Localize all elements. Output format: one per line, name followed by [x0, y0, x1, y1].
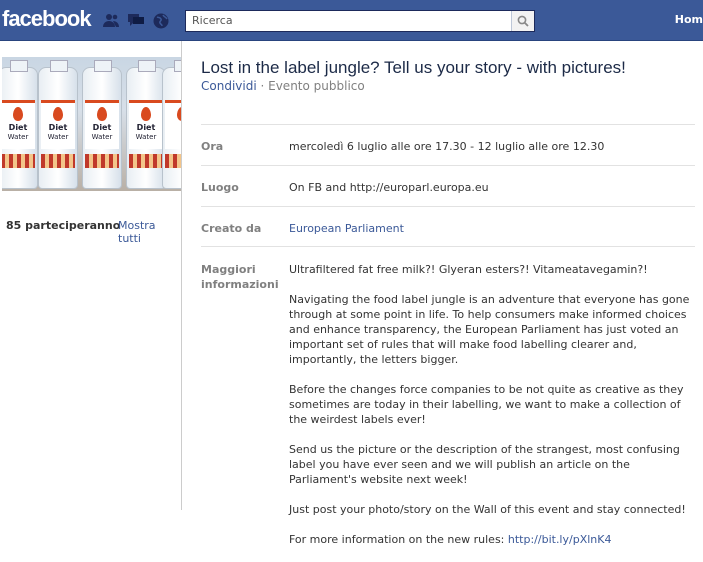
bottle-image [162, 60, 181, 189]
info-paragraph: Navigating the food label jungle is an a… [289, 293, 690, 366]
more-info-prefix: For more information on the new rules: [289, 533, 508, 546]
detail-row-place: Luogo On FB and http://europarl.europa.e… [201, 165, 695, 207]
creator-value: European Parliament [289, 221, 699, 236]
event-subtitle: Condividi · Evento pubblico [201, 79, 365, 93]
info-paragraph: Ultrafiltered fat free milk?! Glyeran es… [289, 263, 648, 276]
info-paragraph: Send us the picture or the description o… [289, 443, 680, 486]
bottle-image: Diet Water [126, 60, 166, 189]
top-bar: facebook Ricerca Hom [0, 0, 703, 41]
friends-icon[interactable] [103, 13, 119, 27]
event-type: Evento pubblico [268, 79, 365, 93]
more-info-link[interactable]: http://bit.ly/pXlnK4 [508, 533, 612, 546]
detail-row-info: Maggiori informazioni Ultrafiltered fat … [201, 246, 695, 546]
search-icon [517, 15, 529, 27]
bottle-image: Diet Water [82, 60, 122, 189]
time-value: mercoledì 6 luglio alle ore 17.30 - 12 l… [289, 140, 605, 153]
bottle-image: Diet Water [38, 60, 78, 189]
place-label: Luogo [201, 181, 239, 194]
detail-row-creator: Creato da European Parliament [201, 206, 695, 247]
search-placeholder: Ricerca [192, 14, 233, 27]
separator: · [256, 79, 269, 93]
notifications-globe-icon[interactable] [153, 13, 169, 29]
event-photo[interactable]: Diet Water Diet Water Diet Water Diet Water [2, 57, 181, 191]
facebook-logo[interactable]: facebook [2, 6, 92, 32]
event-title: Lost in the label jungle? Tell us your s… [201, 58, 626, 77]
info-label: Maggiori informazioni [201, 263, 279, 291]
bottle-image: Diet Water [2, 60, 38, 189]
attending-count: 85 parteciperanno [6, 219, 121, 232]
info-paragraph: Before the changes force companies to be… [289, 383, 684, 426]
creator-link[interactable]: European Parliament [289, 222, 404, 235]
info-value: Ultrafiltered fat free milk?! Glyeran es… [289, 262, 695, 562]
show-all-link[interactable]: Mostra tutti [118, 219, 181, 245]
home-link[interactable]: Hom [675, 13, 703, 26]
search-input[interactable]: Ricerca [185, 10, 535, 32]
creator-label: Creato da [201, 222, 262, 235]
share-link[interactable]: Condividi [201, 79, 257, 93]
detail-row-time: Ora mercoledì 6 luglio alle ore 17.30 - … [201, 124, 695, 166]
place-value: On FB and http://europarl.europa.eu [289, 181, 489, 194]
more-info-line: For more information on the new rules: h… [289, 532, 695, 547]
messages-icon[interactable] [128, 13, 144, 27]
left-column: Diet Water Diet Water Diet Water Diet Water … [0, 41, 182, 510]
time-label: Ora [201, 140, 224, 153]
search-button[interactable] [511, 11, 534, 31]
